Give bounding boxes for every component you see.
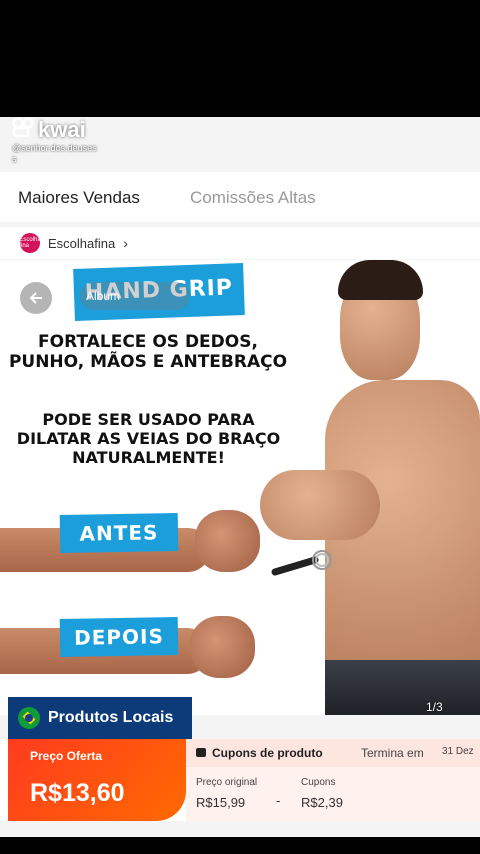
store-logo: Escolha fina	[19, 233, 41, 253]
tab-maiores-vendas[interactable]: Maiores Vendas	[18, 188, 140, 208]
offer-price-label: Preço Oferta	[30, 749, 103, 763]
arrow-left-icon	[29, 292, 42, 304]
tab-comissoes-altas[interactable]: Comissões Altas	[190, 188, 316, 208]
store-name: Escolhafina	[48, 235, 116, 251]
hand-gripper-image	[271, 550, 332, 576]
headline-text: FORTALECE OS DEDOS, PUNHO, MÃOS E ANTEBR…	[8, 332, 288, 372]
kwai-username: @senhor.dos.deuses	[12, 143, 97, 153]
model-jeans	[325, 660, 480, 715]
price-bar: Preço Oferta R$13,60 Cupons de produto T…	[0, 739, 480, 821]
offer-price-panel: Preço Oferta R$13,60	[8, 739, 186, 821]
kwai-watermark: kwai @senhor.dos.deuses s	[12, 117, 97, 165]
kwai-logo-icon	[12, 117, 34, 143]
back-button[interactable]	[20, 282, 52, 314]
model-arm	[260, 470, 380, 540]
model-photo	[260, 260, 480, 715]
tab-bar: Maiores Vendas Comissões Altas	[0, 172, 480, 222]
kwai-username-tail: s	[12, 154, 17, 164]
before-label: ANTES	[59, 512, 179, 554]
subline-text: PODE SER USADO PARA DILATAR AS VEIAS DO …	[16, 410, 281, 467]
album-chip[interactable]: Álbum	[80, 282, 190, 310]
kwai-logo: kwai	[12, 117, 97, 143]
fist-before-image	[195, 510, 260, 572]
after-label: DEPOIS	[59, 616, 179, 658]
coupon-title: Cupons de produto	[212, 746, 323, 760]
offer-price-value: R$13,60	[30, 779, 125, 807]
chevron-right-icon: ›	[123, 235, 128, 251]
original-price-value: R$15,99	[196, 795, 246, 810]
image-pager: 1/3	[426, 700, 443, 714]
fist-after-image	[190, 616, 255, 678]
kwai-brand-text: kwai	[38, 117, 86, 142]
coupon-icon	[196, 748, 206, 757]
coupons-value: R$2,39	[301, 795, 343, 810]
coupon-panel[interactable]: Cupons de produto Termina em 31 Dez Preç…	[186, 739, 480, 821]
brazil-flag-icon	[18, 707, 40, 729]
ends-label: Termina em	[361, 746, 424, 760]
original-price-label: Preço original	[196, 777, 258, 788]
product-image[interactable]: HAND GRIP Álbum FORTALECE OS DEDOS, PUNH…	[0, 260, 480, 715]
local-products-badge: Produtos Locais	[8, 697, 192, 739]
coupons-label: Cupons	[301, 777, 336, 788]
coupon-header: Cupons de produto Termina em 31 Dez	[186, 739, 480, 767]
model-hair	[338, 260, 423, 300]
minus-sign: -	[276, 793, 281, 808]
local-products-label: Produtos Locais	[48, 709, 174, 726]
screen-frame: kwai @senhor.dos.deuses s Maiores Vendas…	[0, 117, 480, 837]
ends-date: 31 Dez	[442, 746, 474, 757]
store-row[interactable]: Escolha fina Escolhafina ›	[0, 227, 480, 259]
